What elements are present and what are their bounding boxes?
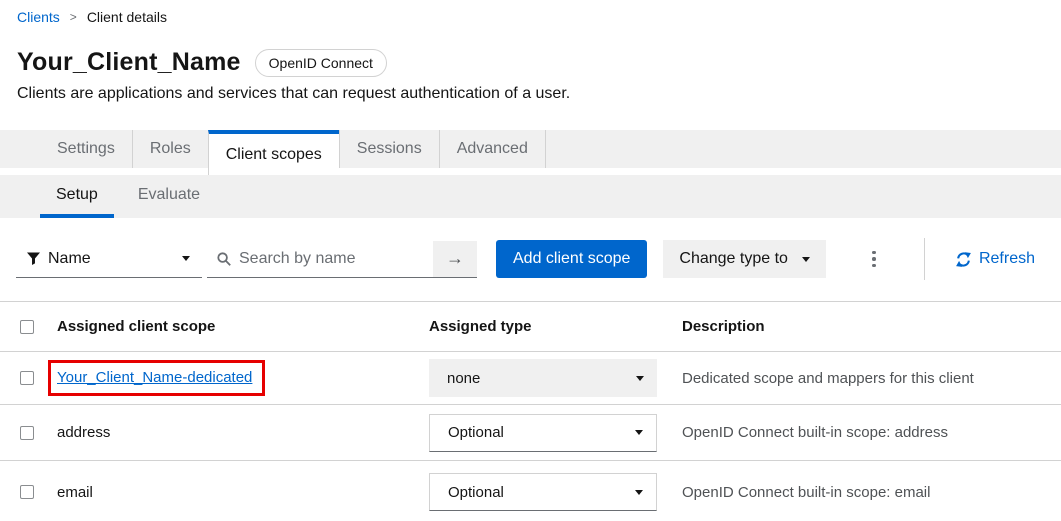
- description-text: Dedicated scope and mappers for this cli…: [682, 370, 1061, 387]
- kebab-icon: [872, 251, 876, 255]
- assigned-type-value: Optional: [448, 424, 504, 441]
- column-header-description: Description: [682, 318, 1061, 335]
- tab-settings[interactable]: Settings: [40, 130, 132, 168]
- breadcrumb: Clients > Client details: [0, 0, 1061, 25]
- client-scope-name: email: [57, 484, 429, 501]
- refresh-button[interactable]: Refresh: [956, 250, 1035, 268]
- client-details-page: Clients > Client details Your_Client_Nam…: [0, 0, 1061, 521]
- column-header-assigned-client-scope: Assigned client scope: [57, 318, 429, 335]
- filter-type-label: Name: [48, 250, 91, 268]
- table-header-row: Assigned client scope Assigned type Desc…: [0, 302, 1061, 352]
- assigned-type-select[interactable]: none: [429, 359, 657, 397]
- page-header: Your_Client_Name OpenID Connect: [17, 48, 1045, 77]
- page-title: Your_Client_Name: [17, 48, 241, 77]
- description-text: OpenID Connect built-in scope: email: [682, 484, 1061, 501]
- column-header-assigned-type: Assigned type: [429, 318, 682, 335]
- toolbar: Name → Add client scope Change type to: [0, 218, 1061, 280]
- select-all-checkbox[interactable]: [20, 320, 34, 334]
- breadcrumb-link-clients[interactable]: Clients: [17, 9, 60, 25]
- refresh-icon: [956, 252, 971, 267]
- breadcrumb-current: Client details: [87, 9, 167, 25]
- chevron-down-icon: [635, 490, 643, 495]
- filter-type-dropdown[interactable]: Name: [16, 241, 202, 278]
- row-checkbox[interactable]: [20, 371, 34, 385]
- tab-setup[interactable]: Setup: [40, 175, 114, 218]
- chevron-down-icon: [802, 257, 810, 262]
- search-icon: [217, 252, 231, 266]
- toolbar-divider: [924, 238, 925, 280]
- add-client-scope-button[interactable]: Add client scope: [496, 240, 647, 278]
- chevron-down-icon: [635, 430, 643, 435]
- change-type-dropdown[interactable]: Change type to: [663, 240, 826, 278]
- tab-evaluate[interactable]: Evaluate: [122, 175, 216, 218]
- tab-client-scopes[interactable]: Client scopes: [208, 130, 339, 175]
- breadcrumb-separator: >: [70, 10, 77, 24]
- tab-bar-gap: [0, 168, 1061, 175]
- table-row: Your_Client_Name-dedicated none Dedicate…: [0, 352, 1061, 405]
- search-box: [207, 241, 433, 278]
- assigned-type-value: Optional: [448, 484, 504, 501]
- arrow-right-icon: →: [446, 248, 464, 269]
- highlight-box: Your_Client_Name-dedicated: [48, 360, 265, 396]
- tab-advanced[interactable]: Advanced: [439, 130, 546, 168]
- assigned-type-select[interactable]: Optional: [429, 414, 657, 452]
- assigned-type-value: none: [447, 370, 480, 387]
- tab-sessions[interactable]: Sessions: [339, 130, 439, 168]
- refresh-label: Refresh: [979, 250, 1035, 268]
- search-input[interactable]: [239, 250, 425, 268]
- change-type-label: Change type to: [679, 250, 788, 268]
- sub-tab-bar: Setup Evaluate: [0, 175, 1061, 218]
- table-row: address Optional OpenID Connect built-in…: [0, 405, 1061, 461]
- client-type-badge: OpenID Connect: [255, 49, 387, 77]
- filter-icon: [27, 252, 40, 265]
- client-scopes-table: Assigned client scope Assigned type Desc…: [0, 301, 1061, 521]
- row-checkbox[interactable]: [20, 426, 34, 440]
- main-tab-bar: Settings Roles Client scopes Sessions Ad…: [0, 130, 1061, 168]
- page-description: Clients are applications and services th…: [17, 85, 1045, 103]
- row-checkbox[interactable]: [20, 485, 34, 499]
- tab-roles[interactable]: Roles: [132, 130, 208, 168]
- client-scope-link[interactable]: Your_Client_Name-dedicated: [57, 369, 252, 386]
- table-row: email Optional OpenID Connect built-in s…: [0, 461, 1061, 521]
- kebab-menu-button[interactable]: [864, 240, 884, 278]
- client-scope-name: address: [57, 424, 429, 441]
- chevron-down-icon: [636, 376, 644, 381]
- assigned-type-select[interactable]: Optional: [429, 473, 657, 511]
- search-submit-button[interactable]: →: [433, 241, 477, 278]
- chevron-down-icon: [182, 256, 190, 261]
- description-text: OpenID Connect built-in scope: address: [682, 424, 1061, 441]
